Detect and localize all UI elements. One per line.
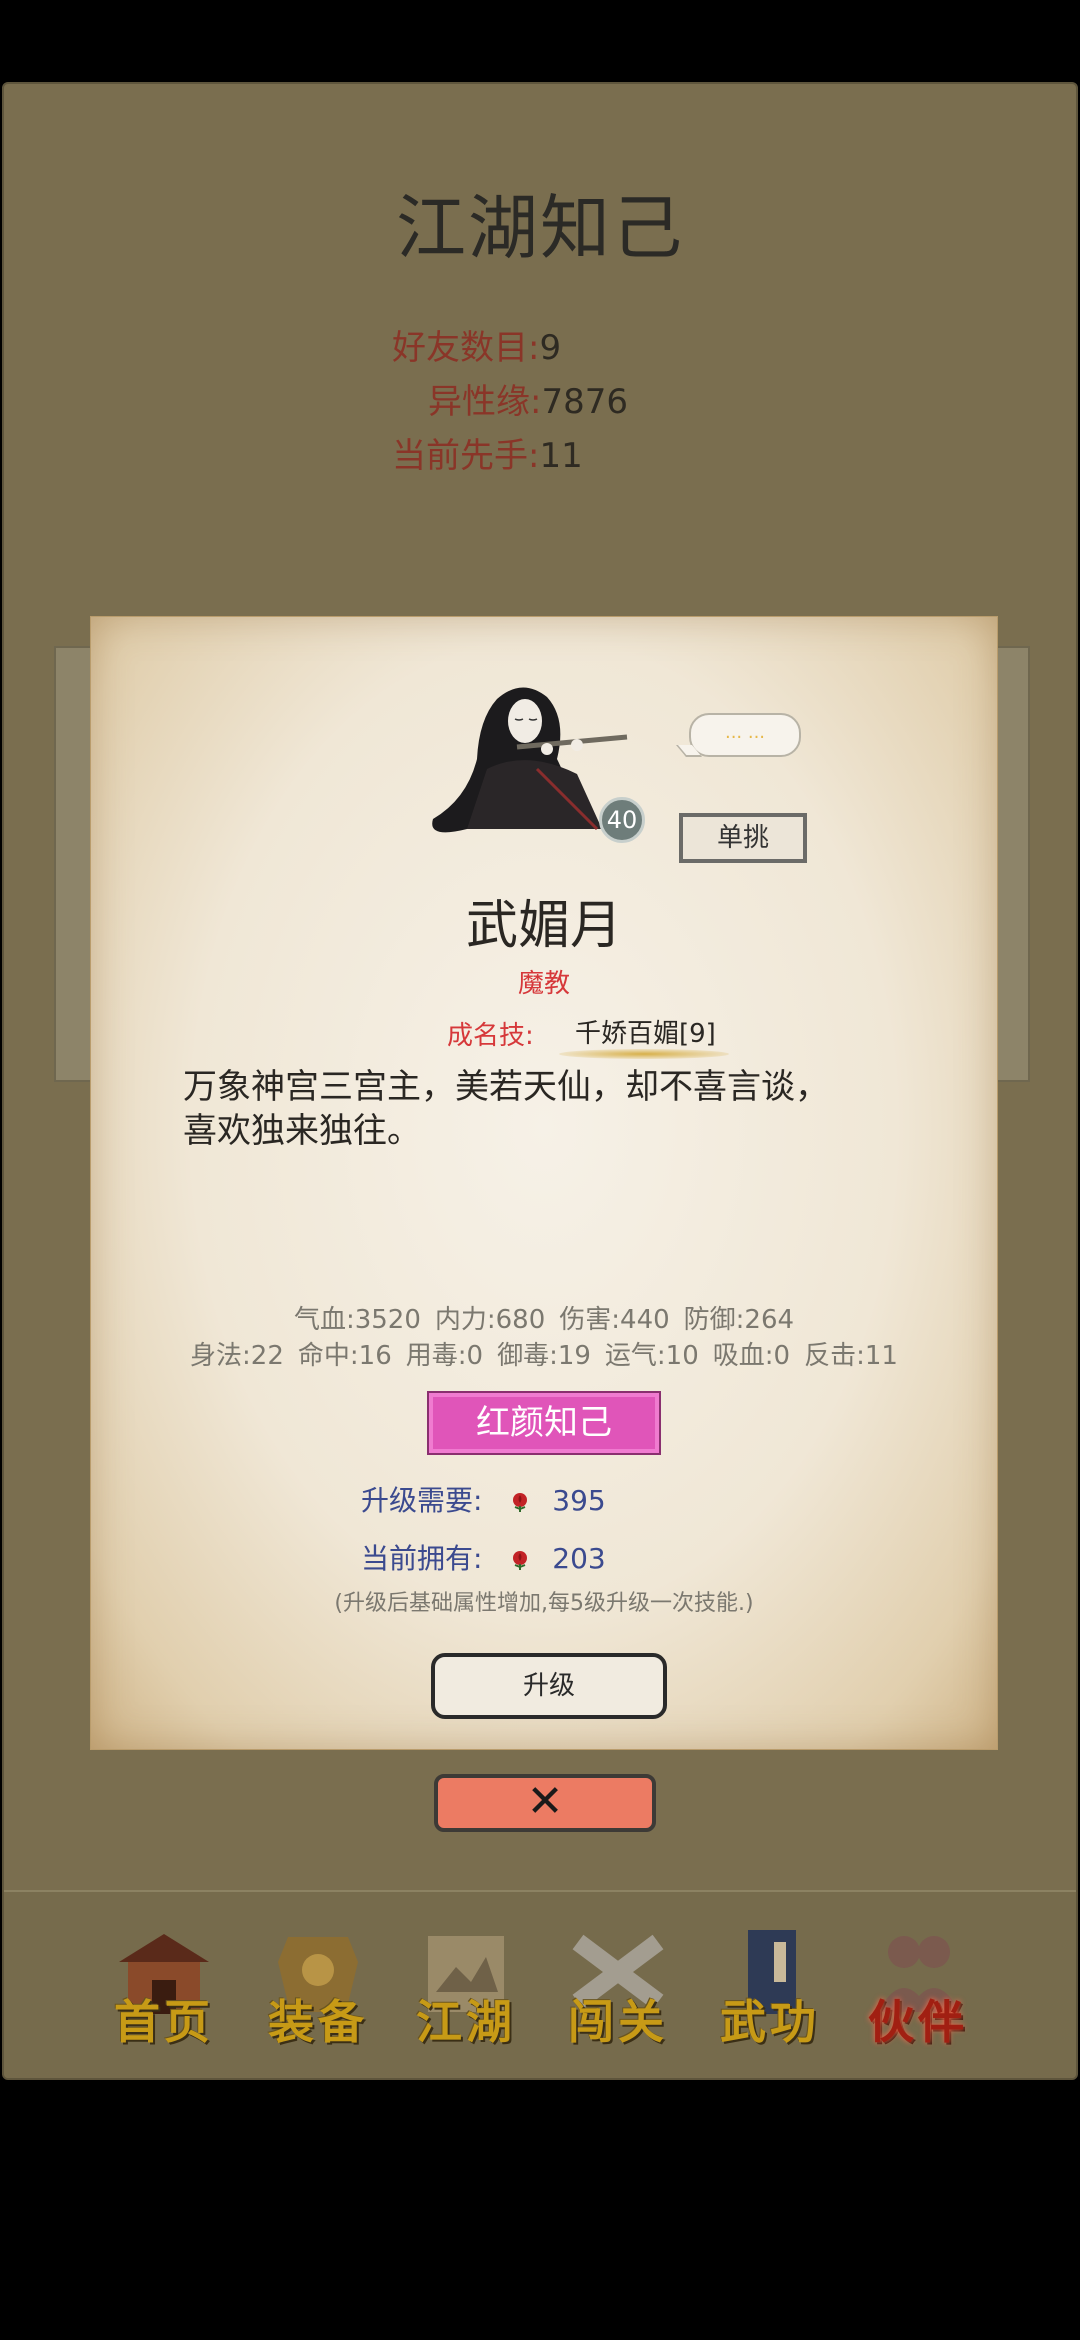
upgrade-button[interactable]: 升级 [431,1653,667,1719]
upgrade-need-label: 升级需要: [361,1484,483,1517]
charm-label: 异性缘 [428,382,530,422]
nav-label-martial-arts: 武功 [720,1995,820,2049]
nav-item-martial-arts[interactable]: 武功 [708,1922,832,2052]
attr-counter: 反击:11 [804,1341,898,1371]
description-line-1: 万象神宫三宫主，美若天仙，却不喜言谈， [183,1067,829,1107]
description-line-2: 喜欢独来独往。 [183,1111,421,1151]
speech-bubble: ... ... [689,713,801,757]
page-title: 江湖知己 [396,187,684,269]
nav-item-challenge[interactable]: 闯关 [556,1922,680,2052]
nav-label-home: 首页 [114,1995,214,2049]
charm-value: 7876 [541,382,628,422]
attr-luck: 运气:10 [604,1341,699,1371]
initiative-stat: 当前先手:11 [392,436,583,476]
attr-mp: 内力:680 [434,1305,546,1335]
attribute-row-1: 气血:3520 内力:680 伤害:440 防御:264 [91,1299,997,1336]
relation-button[interactable]: 红颜知己 [427,1391,661,1455]
charm-stat: 异性缘:7876 [428,382,628,422]
upgrade-note: (升级后基础属性增加,每5级升级一次技能.) [334,1591,754,1616]
current-have-value: 203 [552,1542,606,1575]
initiative-value: 11 [539,436,583,476]
level-badge: 40 [599,797,645,843]
nav-label-jianghu: 江湖 [416,1995,516,2049]
upgrade-need-value: 395 [552,1484,606,1517]
duel-button[interactable]: 单挑 [679,813,807,863]
bottom-navigation: 首页 装备 江湖 闯关 武功 伙伴 [4,1890,1076,2078]
initiative-label: 当前先手 [392,436,528,476]
skill-underline [559,1049,729,1059]
friend-count-label: 好友数目 [392,328,528,368]
nav-label-equipment: 装备 [268,1995,368,2049]
friend-count-value: 9 [539,328,562,368]
companion-detail-card: 40 ... ... 单挑 武媚月 魔教 成名技: 千娇百媚[9] 万象神宫三宫… [90,616,998,1750]
rose-icon [513,1551,528,1570]
signature-skill-value[interactable]: 千娇百媚[9] [575,1013,716,1050]
attr-hp: 气血:3520 [293,1305,421,1335]
signature-skill-label: 成名技: [447,1021,534,1051]
attr-poison-resist: 御毒:19 [497,1341,591,1371]
rose-icon [513,1493,528,1512]
nav-label-challenge: 闯关 [568,1995,668,2049]
companion-name: 武媚月 [465,896,622,956]
attr-accuracy: 命中:16 [297,1341,392,1371]
companion-faction: 魔教 [517,969,570,999]
attribute-row-2: 身法:22 命中:16 用毒:0 御毒:19 运气:10 吸血:0 反击:11 [91,1335,997,1372]
attr-damage: 伤害:440 [559,1305,670,1335]
current-have-row: 当前拥有: 203 [361,1537,606,1577]
upgrade-need-row: 升级需要: 395 [361,1479,606,1519]
nav-item-equipment[interactable]: 装备 [256,1922,380,2052]
close-button[interactable]: ✕ [434,1774,656,1832]
attr-poison: 用毒:0 [405,1341,484,1371]
attr-lifesteal: 吸血:0 [712,1341,791,1371]
nav-label-partners: 伙伴 [868,1995,968,2049]
companions-screen: 江湖知己 好友数目:9 异性缘:7876 当前先手:11 40 ... ... … [2,82,1078,2080]
nav-item-partners[interactable]: 伙伴 [856,1922,980,2052]
nav-item-jianghu[interactable]: 江湖 [404,1922,528,2052]
companion-description: 万象神宫三宫主，美若天仙，却不喜言谈， 喜欢独来独往。 [183,1065,913,1153]
nav-item-home[interactable]: 首页 [102,1922,226,2052]
attr-defense: 防御:264 [683,1305,795,1335]
current-have-label: 当前拥有: [361,1542,483,1575]
friend-count-stat: 好友数目:9 [392,328,562,368]
attr-agility: 身法:22 [190,1341,284,1371]
close-icon: ✕ [526,1776,564,1827]
